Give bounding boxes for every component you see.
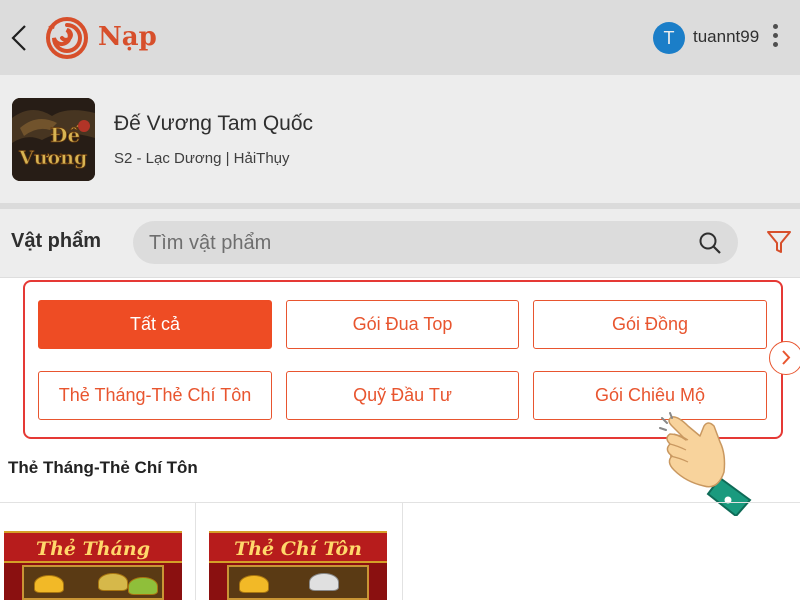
game-name: Đế Vương Tam Quốc: [114, 112, 314, 135]
product-card-supreme[interactable]: Thẻ Chí Tôn: [197, 503, 403, 600]
search-box: [133, 221, 738, 264]
product-card-monthly[interactable]: Thẻ Tháng: [0, 503, 196, 600]
more-vertical-icon[interactable]: [768, 24, 782, 52]
category-monthly-card-button[interactable]: Thẻ Tháng-Thẻ Chí Tôn: [38, 371, 272, 420]
items-section-title: Vật phẩm: [11, 230, 102, 252]
category-top-race-button[interactable]: Gói Đua Top: [286, 300, 519, 349]
search-input[interactable]: [149, 230, 689, 256]
category-bronze-pack-button[interactable]: Gói Đồng: [533, 300, 767, 349]
game-thumbnail: Đế Vương: [12, 98, 95, 181]
category-all-button[interactable]: Tất cả: [38, 300, 272, 349]
category-investment-fund-button[interactable]: Quỹ Đầu Tư: [286, 371, 519, 420]
page-title: Nạp: [98, 22, 157, 52]
section-separator: [0, 203, 800, 209]
product-banner-art: [22, 565, 164, 600]
thumbnail-text-line2: Vương: [18, 147, 87, 169]
product-banner-title: Thẻ Tháng: [4, 531, 182, 563]
product-banner-title: Thẻ Chí Tôn: [209, 531, 387, 563]
username-label[interactable]: tuannt99: [693, 27, 759, 47]
product-section-heading: Thẻ Tháng-Thẻ Chí Tôn: [8, 458, 198, 477]
search-icon[interactable]: [698, 231, 722, 255]
product-banner: Thẻ Chí Tôn: [209, 531, 387, 600]
next-arrow-button[interactable]: [769, 341, 800, 375]
divider: [0, 277, 800, 278]
filter-icon[interactable]: [765, 228, 793, 256]
app-header: Nạp T tuannt99: [0, 0, 800, 75]
product-banner-art: [227, 565, 369, 600]
product-banner: Thẻ Tháng: [4, 531, 182, 600]
back-icon[interactable]: [8, 22, 32, 54]
thumbnail-text-line1: Đế: [50, 123, 80, 147]
game-info: Đế Vương Đế Vương Tam Quốc S2 - Lạc Dươn…: [0, 75, 800, 203]
server-info: S2 - Lạc Dương | HảiThụy: [114, 150, 290, 167]
avatar[interactable]: T: [653, 22, 685, 54]
pointing-hand-icon: [658, 412, 754, 518]
brand-logo: [44, 17, 90, 59]
chevron-right-icon: [782, 350, 791, 365]
